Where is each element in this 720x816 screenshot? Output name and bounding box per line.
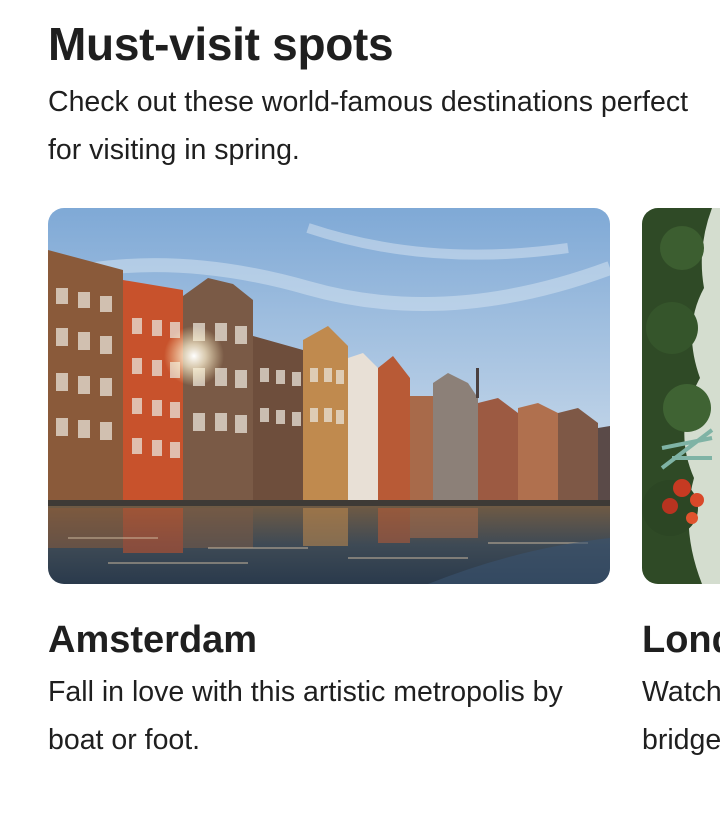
destinations-carousel[interactable]: Amsterdam Fall in love with this artisti… bbox=[48, 208, 720, 808]
card-title[interactable]: London bbox=[642, 612, 720, 668]
section-subtitle: Check out these world-famous destination… bbox=[48, 86, 688, 166]
section-title: Must-visit spots bbox=[48, 18, 394, 70]
london-photo[interactable] bbox=[642, 208, 720, 584]
destination-card-amsterdam[interactable]: Amsterdam Fall in love with this artisti… bbox=[48, 208, 610, 756]
card-description: Fall in love with this artistic metropol… bbox=[48, 676, 563, 756]
must-visit-spots-section: Must-visit spots Check out these world-f… bbox=[0, 0, 720, 816]
destination-card-london[interactable]: London Watch the world go by from the ci… bbox=[642, 208, 720, 756]
amsterdam-photo[interactable] bbox=[48, 208, 610, 584]
card-title[interactable]: Amsterdam bbox=[48, 612, 257, 668]
card-description: Watch the world go by from the city's br… bbox=[642, 676, 720, 756]
